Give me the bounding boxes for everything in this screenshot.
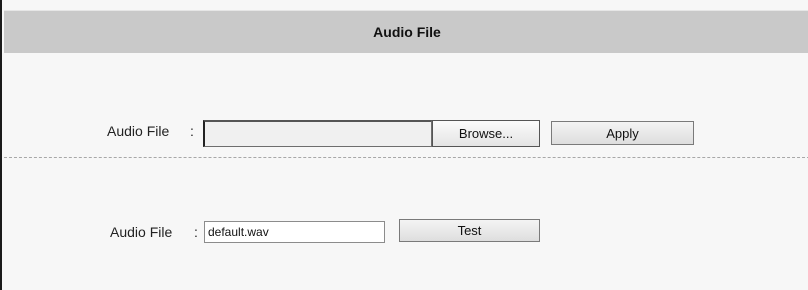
panel-title: Audio File: [373, 24, 441, 40]
section-divider: [4, 157, 808, 158]
current-audio-file-label: Audio File: [110, 224, 173, 240]
upload-audio-file-label: Audio File: [107, 123, 170, 139]
browse-button[interactable]: Browse...: [432, 120, 540, 147]
file-path-input[interactable]: [203, 120, 432, 147]
audio-file-panel: Audio File Audio File : Browse... Apply …: [0, 0, 808, 290]
panel-header: Audio File: [4, 10, 808, 53]
current-label-colon: :: [194, 224, 198, 240]
apply-button[interactable]: Apply: [551, 121, 694, 145]
test-button[interactable]: Test: [399, 219, 540, 242]
upload-label-colon: :: [190, 123, 194, 139]
audio-file-name-field[interactable]: [204, 221, 385, 243]
